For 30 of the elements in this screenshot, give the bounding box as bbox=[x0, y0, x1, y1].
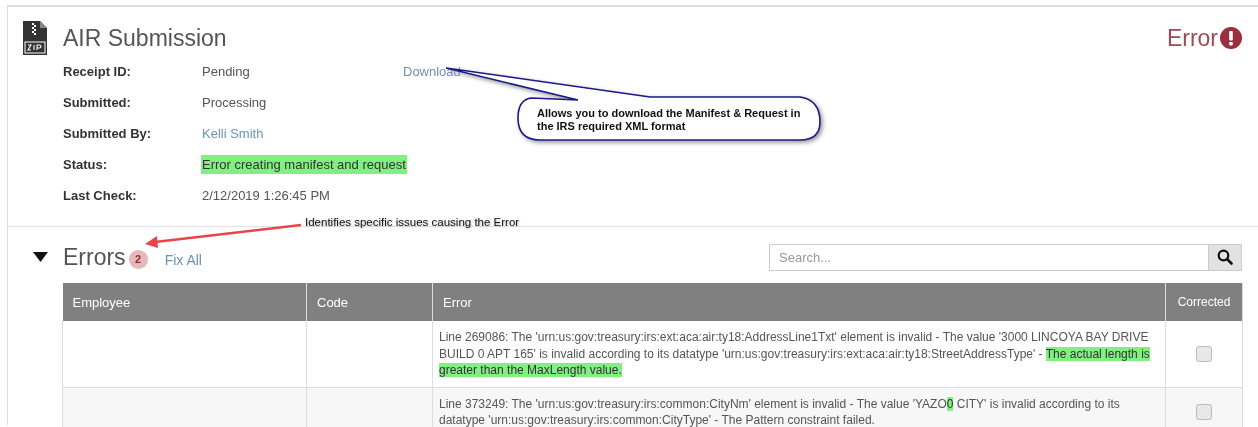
fix-all-link[interactable]: Fix All bbox=[164, 252, 202, 268]
status-value: Error creating manifest and request bbox=[201, 155, 407, 174]
corrected-checkbox[interactable] bbox=[1196, 404, 1212, 420]
search-field[interactable]: Search... bbox=[769, 243, 1209, 271]
page-title: AIR Submission bbox=[63, 24, 227, 52]
column-header: Corrected bbox=[1165, 283, 1243, 321]
field-label: Status: bbox=[63, 156, 109, 174]
field-value: 2/12/2019 1:26:45 PM bbox=[201, 187, 331, 205]
section-title: Errors bbox=[63, 243, 126, 271]
field-value: Processing bbox=[201, 94, 268, 112]
search-icon bbox=[1217, 249, 1233, 265]
count-badge: 2 bbox=[128, 249, 148, 269]
error-message: Line 269086: The 'urn:us:gov:treasury:irs:ext:aca:air:ty18:AddressLine1Txt' element is invalid - The value '3000 LINCOYA BAY DRIVE BUILD 0 APT 165' is invalid according to its datatype 'urn:us:gov:treasury:irs:ext:aca:air:ty18:StreetAddressType' - The actual length is greater than the MaxLength value. bbox=[432, 321, 1166, 387]
annotation-text: Identifies specific issues causing the Error bbox=[305, 216, 520, 228]
field-label: Receipt ID: bbox=[63, 63, 132, 81]
field-label: Submitted: bbox=[63, 94, 132, 112]
search-button[interactable] bbox=[1209, 243, 1242, 271]
status-label: Error bbox=[1166, 24, 1218, 52]
field-value: Pending bbox=[201, 63, 251, 81]
collapse-triangle-icon[interactable] bbox=[33, 252, 48, 262]
field-label: Last Check: bbox=[63, 187, 138, 205]
corrected-checkbox[interactable] bbox=[1196, 345, 1212, 362]
exclamation-icon bbox=[1220, 27, 1242, 49]
callout-text: Allows you to download the Manifest & Request in the IRS required XML format bbox=[537, 107, 802, 133]
column-header: Code bbox=[306, 283, 433, 321]
column-header: Error bbox=[432, 283, 1166, 321]
column-header: Employee bbox=[62, 283, 307, 321]
user-link[interactable]: Kelli Smith bbox=[201, 124, 265, 143]
zip-file-icon bbox=[23, 21, 47, 55]
field-label: Submitted By: bbox=[63, 125, 153, 143]
